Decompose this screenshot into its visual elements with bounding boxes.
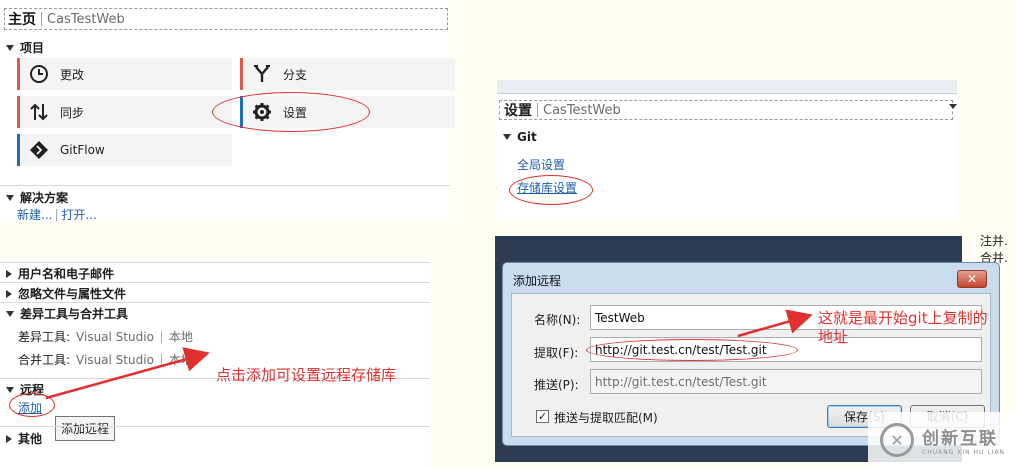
arrow-to-add bbox=[45, 347, 210, 400]
arrow-to-fetch bbox=[737, 309, 813, 338]
watermark-brand: 创新互联 bbox=[922, 429, 998, 449]
watermark-pinyin: CHUANG XIN HU LIAN bbox=[922, 449, 1006, 456]
watermark-logo: ✕ 创新互联 CHUANG XIN HU LIAN bbox=[868, 412, 1016, 468]
watermark-text: 创新互联 CHUANG XIN HU LIAN bbox=[922, 424, 1005, 456]
brand-logo-icon: ✕ bbox=[880, 423, 914, 457]
annotation-arrows bbox=[45, 309, 813, 400]
